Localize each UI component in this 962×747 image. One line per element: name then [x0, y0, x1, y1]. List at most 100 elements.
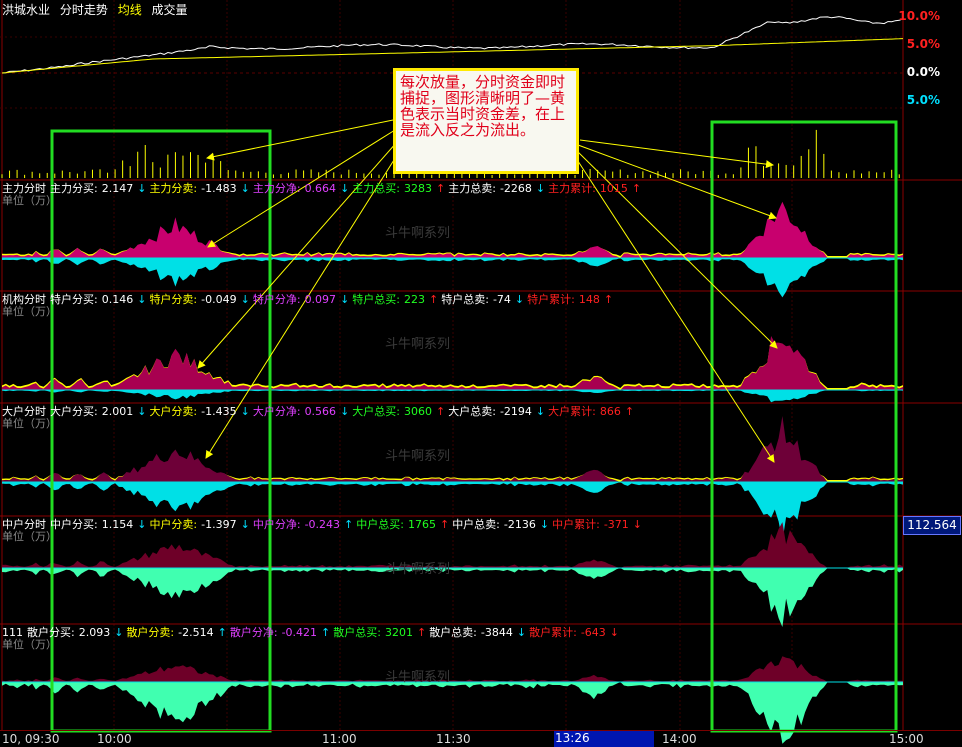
- panel-watermark-1: 斗牛啊系列: [385, 337, 451, 352]
- panel-0-cum: 1015: [599, 182, 628, 195]
- panel-1-sell-arrow: ↓: [240, 293, 250, 306]
- panel-2-tsell-label: 大户总卖:: [448, 405, 496, 418]
- panel-3-tsell: -2136: [503, 518, 536, 531]
- panel-1-net-arrow: ↓: [340, 293, 350, 306]
- panel-3-tbuy: 1765: [407, 518, 436, 531]
- panel-2-sell-arrow: ↓: [240, 405, 250, 418]
- panel-2-cum-label: 大户累计:: [548, 405, 596, 418]
- panel-unit-1: 单位（万）: [2, 305, 57, 318]
- panel-2-sell-label: 大户分卖:: [149, 405, 198, 418]
- time-1130: 11:30: [436, 732, 471, 746]
- panel-watermark-0: 斗牛啊系列: [385, 226, 451, 241]
- time-1400: 14:00: [662, 732, 697, 746]
- panel-3-net-arrow: ↑: [344, 518, 354, 531]
- panel-0-tsell-label: 主力总卖:: [448, 182, 496, 195]
- panel-2-tbuy-label: 大户总买:: [352, 405, 400, 418]
- panel-2-net: 0.566: [304, 405, 337, 418]
- panel-2-net-arrow: ↓: [340, 405, 350, 418]
- price-tag: 112.564: [903, 516, 961, 535]
- panel-3-cum: -371: [603, 518, 629, 531]
- panel-3-cum-arrow: ↓: [632, 518, 642, 531]
- panel-4-cum-label: 散户累计:: [529, 626, 577, 639]
- panel-1-net: 0.097: [304, 293, 337, 306]
- panel-3-buy-arrow: ↓: [137, 518, 147, 531]
- panel-4-buy-arrow: ↓: [114, 626, 124, 639]
- panel-4-cum: -643: [580, 626, 606, 639]
- panel-2-tsell-arrow: ↓: [535, 405, 546, 418]
- panel-watermark-4: 斗牛啊系列: [385, 670, 451, 685]
- panel-4-sell-label: 散户分卖:: [126, 626, 175, 639]
- panel-4-net: -0.421: [281, 626, 318, 639]
- panel-2-sell: -1.435: [201, 405, 237, 418]
- time-1000: 10:00: [97, 732, 132, 746]
- panel-4-tbuy-arrow: ↑: [416, 626, 427, 639]
- time-1500: 15:00: [889, 732, 924, 746]
- stock-name[interactable]: 洪城水业: [2, 3, 50, 17]
- panel-3-buy: 1.154: [101, 518, 134, 531]
- panel-3-sell-label: 中户分卖:: [149, 518, 198, 531]
- panel-1-tbuy: 223: [404, 293, 425, 306]
- panel-1-sell: -0.049: [201, 293, 237, 306]
- panel-0-sell-arrow: ↓: [240, 182, 250, 195]
- panel-2-buy-arrow: ↓: [137, 405, 147, 418]
- panel-stats-0: 主力分时 主力分买: 2.147 ↓ 主力分卖: -1.483 ↓ 主力分净: 0.664 ↓ 主力…: [2, 180, 644, 196]
- panel-watermark-3: 斗牛啊系列: [385, 562, 451, 577]
- panel-1-buy: 0.146: [101, 293, 134, 306]
- panel-stats-2: 大户分时 大户分买: 2.001 ↓ 大户分卖: -1.435 ↓ 大户分净: 0.566 ↓ 大户…: [2, 403, 637, 419]
- annotation-arrow-4: [579, 139, 774, 169]
- panel-0-net: 0.664: [304, 182, 337, 195]
- panel-1-net-label: 特户分净:: [252, 293, 301, 306]
- panel-1-tsell-arrow: ↓: [514, 293, 525, 306]
- panel-0-sell: -1.483: [201, 182, 237, 195]
- time-cursor[interactable]: 13:26: [554, 731, 654, 747]
- panel-0-sell-label: 主力分卖:: [149, 182, 198, 195]
- annotation-note: 每次放量，分时资金即时捕捉，图形清晰明了—黄色表示当时资金差，在上是流入反之为流…: [393, 68, 579, 174]
- annotation-arrow-0: [206, 119, 394, 161]
- panel-1-tbuy-label: 特户总买:: [352, 293, 400, 306]
- panel-0-tsell-arrow: ↓: [535, 182, 546, 195]
- panel-stats-4: 111 散户分买: 2.093 ↓ 散户分卖: -2.514 ↑ 散户分净: -0.421 ↑ 散户…: [2, 624, 622, 640]
- panel-2-buy: 2.001: [101, 405, 134, 418]
- panel-4-tbuy-label: 散户总买:: [333, 626, 381, 639]
- tab-average-line[interactable]: 均线: [118, 3, 142, 17]
- panel-0-tbuy-label: 主力总买:: [352, 182, 400, 195]
- panel-0-tsell: -2268: [499, 182, 532, 195]
- time-start: 10, 09:30: [2, 732, 60, 746]
- panel-1-buy-arrow: ↓: [137, 293, 147, 306]
- panel-unit-0: 单位（万）: [2, 194, 57, 207]
- panel-3-cum-label: 中户累计:: [552, 518, 600, 531]
- tab-timeshare[interactable]: 分时走势: [60, 3, 108, 17]
- panel-1-cum-label: 特户累计:: [527, 293, 575, 306]
- panel-4-net-label: 散户分净:: [229, 626, 278, 639]
- panel-1-cum: 148: [578, 293, 600, 306]
- panel-0-cum-label: 主力累计:: [548, 182, 596, 195]
- panel-1-buy-label: 特户分买:: [50, 293, 98, 306]
- panel-4-buy: 2.093: [78, 626, 111, 639]
- panel-1-sell-label: 特户分卖:: [149, 293, 198, 306]
- panel-0-buy-arrow: ↓: [137, 182, 147, 195]
- panel-0-tbuy: 3283: [404, 182, 432, 195]
- panel-0-tbuy-arrow: ↑: [436, 182, 446, 195]
- panel-0-buy-label: 主力分买:: [50, 182, 98, 195]
- panel-2-buy-label: 大户分买:: [50, 405, 98, 418]
- time-axis: 10, 09:30 10:00 11:00 11:30 13:26 14:00 …: [0, 730, 962, 747]
- panel-3-net-label: 中户分净:: [252, 518, 301, 531]
- highlight-box-afternoon: [710, 120, 898, 733]
- panel-3-tsell-arrow: ↓: [539, 518, 550, 531]
- panel-3-net: -0.243: [304, 518, 341, 531]
- panel-0-cum-arrow: ↑: [631, 182, 642, 195]
- panel-unit-3: 单位（万）: [2, 530, 57, 543]
- panel-4-net-arrow: ↑: [321, 626, 331, 639]
- panel-unit-4: 单位（万）: [2, 638, 57, 651]
- panel-3-tbuy-arrow: ↑: [439, 518, 450, 531]
- panel-stats-3: 中户分时 中户分买: 1.154 ↓ 中户分卖: -1.397 ↓ 中户分净: -0.243 ↑ 中…: [2, 516, 645, 532]
- tab-volume[interactable]: 成交量: [152, 3, 188, 17]
- chart-header: 洪城水业 分时走势 均线 成交量: [2, 1, 194, 18]
- panel-4-tbuy: 3201: [384, 626, 413, 639]
- panel-0-buy: 2.147: [101, 182, 134, 195]
- panel-unit-2: 单位（万）: [2, 417, 57, 430]
- panel-4-cum-arrow: ↓: [609, 626, 619, 639]
- panel-2-tbuy-arrow: ↑: [436, 405, 446, 418]
- panel-1-tsell: -74: [492, 293, 511, 306]
- panel-4-tsell-arrow: ↓: [516, 626, 527, 639]
